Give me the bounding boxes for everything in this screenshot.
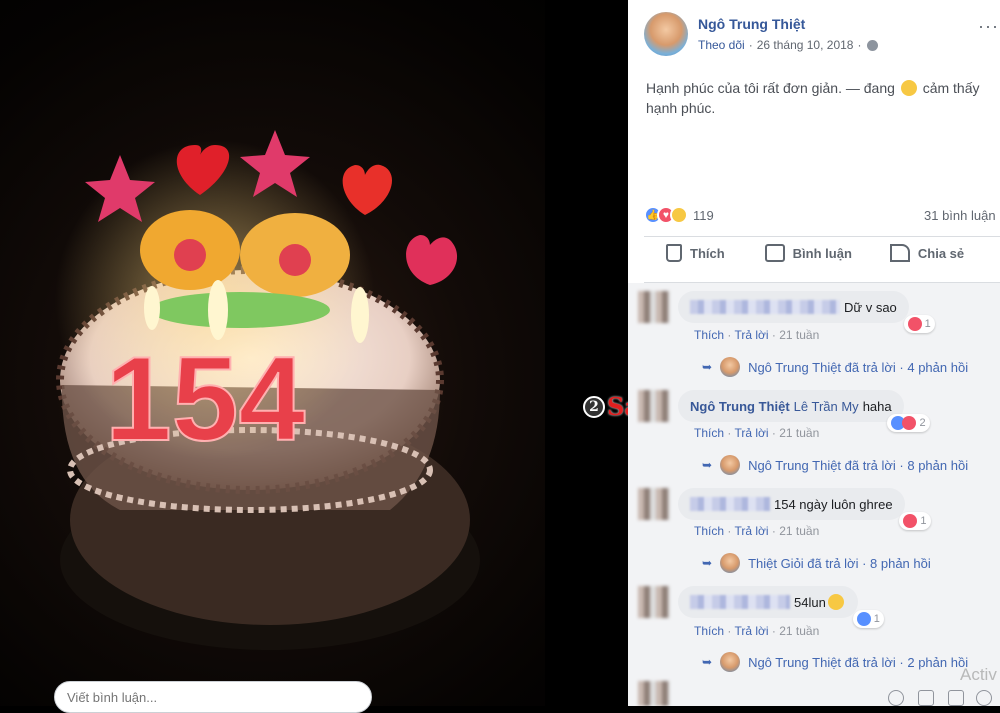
comment-like-link[interactable]: Thích [694,524,724,538]
comment-bubble: 154 ngày luôn ghree 1 [678,488,931,530]
commenter-avatar[interactable] [638,291,670,323]
smile-emoji-icon [900,80,917,96]
author-name[interactable]: Ngô Trung Thiệt [698,16,878,32]
divider [644,236,1000,237]
commenter-avatar[interactable] [638,390,670,422]
comment-reply-link[interactable]: Trả lời [734,624,768,638]
mentioned-user[interactable]: Lê Trần My [794,399,859,414]
replier-avatar [720,455,741,475]
reply-arrow-icon: ➥ [702,458,713,472]
reaction-summary[interactable]: 👍 ♥ 119 [644,206,714,224]
reply-arrow-icon: ➥ [702,655,713,669]
comment-item: 54lun 1 [638,586,884,628]
comment-item: Ngô Trung Thiệt Lê Trần My haha 2 [638,390,930,432]
sad-emoji-icon [827,594,844,610]
comment-actions: Thích · Trả lời · 21 tuần [694,624,820,638]
blurred-commenter-name [690,595,790,609]
comment-reactions[interactable]: 1 [899,512,931,530]
comment-reply-link[interactable]: Trả lời [734,328,768,342]
replier-avatar [720,553,741,573]
replier-avatar [720,652,741,672]
reply-summary[interactable]: ➥ Ngô Trung Thiệt đã trả lời · 2 phản hồ… [702,652,968,672]
comment-reactions[interactable]: 2 [887,414,930,432]
commenter-avatar[interactable] [638,586,670,618]
post-date[interactable]: 26 tháng 10, 2018 [757,38,854,52]
post-photo[interactable]: 154 [0,0,628,706]
comment-actions: Thích · Trả lời · 21 tuần [694,426,820,440]
thumbs-up-icon [666,244,682,262]
sticker-icon[interactable] [976,690,992,706]
comment-reactions[interactable]: 1 [852,610,884,628]
comment-reply-link[interactable]: Trả lời [734,524,768,538]
comment-bubble: Ngô Trung Thiệt Lê Trần My haha 2 [678,390,930,432]
haha-reaction-icon [670,206,688,224]
comment-reply-link[interactable]: Trả lời [734,426,768,440]
comment-actions: Thích · Trả lời · 21 tuần [694,328,820,342]
comment-bubble: Dữ v sao 1 [678,291,935,333]
comment-like-link[interactable]: Thích [694,624,724,638]
like-reaction-icon [856,612,871,626]
post-meta: Theo dõi · 26 tháng 10, 2018 · [698,38,879,52]
blurred-commenter-name [690,497,770,511]
comment-time[interactable]: 21 tuần [779,624,819,638]
post-text: Hạnh phúc của tôi rất đơn giản. — đang c… [646,80,980,116]
commenter-avatar[interactable] [638,488,670,520]
author-avatar[interactable] [644,12,688,56]
follow-link[interactable]: Theo dõi [698,38,745,52]
comment-time[interactable]: 21 tuần [779,426,819,440]
comment-item: Dữ v sao 1 [638,291,935,333]
post-header: Ngô Trung Thiệt Theo dõi · 26 tháng 10, … [644,12,879,56]
comment-item: 154 ngày luôn ghree 1 [638,488,931,530]
reply-summary[interactable]: ➥ Ngô Trung Thiệt đã trả lời · 4 phản hồ… [702,357,968,377]
comment-reactions[interactable]: 1 [903,315,935,333]
comment-bubble: 54lun 1 [678,586,884,628]
comment-input[interactable] [54,681,372,713]
comment-button[interactable]: Bình luận [764,244,852,262]
share-button[interactable]: Chia sẻ [889,244,964,262]
candle-number: 154 [105,332,305,466]
comment-like-link[interactable]: Thích [694,426,724,440]
share-arrow-icon [889,244,910,262]
birthday-cake-image: 154 [55,130,480,650]
love-reaction-icon [907,317,922,331]
comment-count[interactable]: 31 bình luận [924,208,996,223]
gif-icon[interactable] [948,690,964,706]
comment-time[interactable]: 21 tuần [779,328,819,342]
love-reaction-icon [903,514,918,528]
activate-windows-watermark: Activ [960,665,997,684]
emoji-picker-icon[interactable] [888,690,904,706]
reply-summary[interactable]: ➥ Thiệt Giỏi đã trả lời · 8 phản hồi [702,553,931,573]
blurred-commenter-name [690,300,840,314]
comment-bubble-icon [764,244,785,262]
comment-time[interactable]: 21 tuần [779,524,819,538]
current-user-avatar [638,681,670,706]
comment-like-link[interactable]: Thích [694,328,724,342]
camera-icon[interactable] [918,690,934,706]
reply-summary[interactable]: ➥ Ngô Trung Thiệt đã trả lời · 8 phản hồ… [702,455,968,475]
reply-arrow-icon: ➥ [702,556,713,570]
more-options-icon[interactable]: ··· [978,16,999,37]
commenter-name[interactable]: Ngô Trung Thiệt [690,399,790,414]
reaction-count: 119 [693,207,714,223]
like-button[interactable]: Thích [666,244,725,262]
love-reaction-icon [902,416,917,430]
comment-actions: Thích · Trả lời · 21 tuần [694,524,820,538]
reply-arrow-icon: ➥ [702,360,713,374]
globe-icon[interactable] [867,39,879,51]
post-actions: Thích Bình luận Chia sẻ [644,244,1000,262]
replier-avatar [720,357,741,377]
comments-section: Dữ v sao 1 Thích · Trả lời · 21 tuần ➥ N… [628,283,1000,706]
post-panel: Ngô Trung Thiệt Theo dõi · 26 tháng 10, … [628,0,1000,706]
